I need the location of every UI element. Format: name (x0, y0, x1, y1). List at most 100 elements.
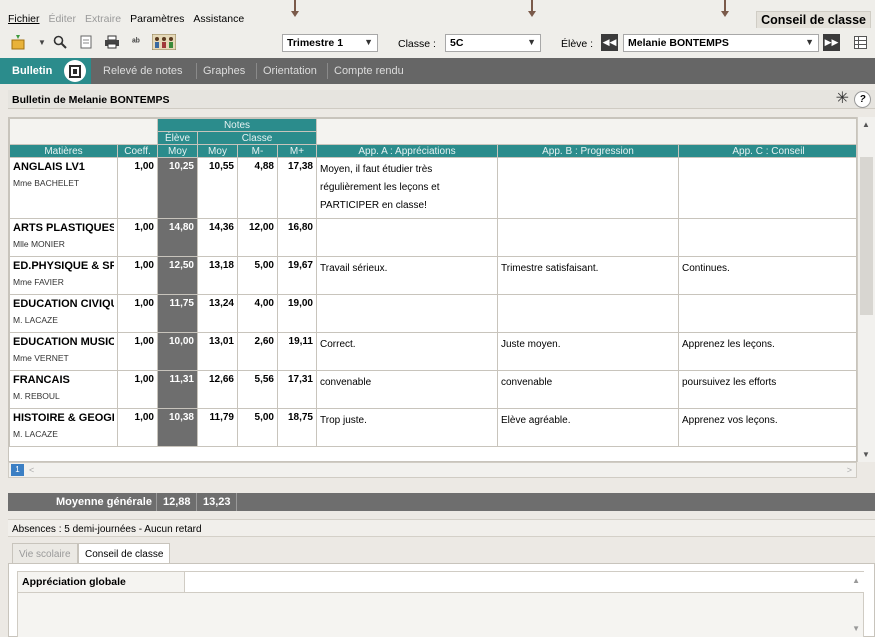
classe-moy-cell[interactable]: 12,66 (197, 370, 238, 409)
scroll-up-icon[interactable]: ▲ (862, 120, 870, 129)
max-cell[interactable]: 19,00 (277, 294, 317, 333)
new-document-icon[interactable] (10, 34, 26, 50)
subtab-conseil-de-classe[interactable]: Conseil de classe (78, 543, 171, 563)
app-a-cell[interactable] (316, 294, 498, 333)
tab-graphes[interactable]: Graphes (203, 58, 245, 84)
max-cell[interactable]: 17,31 (277, 370, 317, 409)
column-header-min[interactable]: M- (237, 144, 278, 158)
subtab-vie-scolaire[interactable]: Vie scolaire (12, 543, 78, 563)
periode-select[interactable]: Trimestre 1 ▼ (282, 34, 378, 52)
classe-moy-cell[interactable]: 13,18 (197, 256, 238, 295)
max-cell[interactable]: 16,80 (277, 218, 317, 257)
scroll-right-icon[interactable]: > (847, 465, 852, 475)
table-row[interactable]: EDUCATION MUSIC. Mme VERNET 1,00 10,00 13,01… (9, 332, 856, 371)
classe-moy-cell[interactable]: 10,55 (197, 157, 238, 219)
app-a-cell[interactable]: Moyen, il faut étudier très régulièremen… (316, 157, 498, 219)
min-cell[interactable]: 4,88 (237, 157, 278, 219)
eleve-moy-cell[interactable]: 10,00 (157, 332, 198, 371)
column-header-coeff[interactable]: Coeff. (117, 144, 158, 158)
max-cell[interactable]: 18,75 (277, 408, 317, 447)
app-c-cell[interactable] (677, 157, 856, 219)
matiere-cell[interactable]: EDUCATION MUSIC. Mme VERNET (9, 332, 118, 371)
eleve-select[interactable]: Melanie BONTEMPS ▼ (623, 34, 819, 52)
table-row[interactable]: EDUCATION CIVIQU M. LACAZE 1,00 11,75 13,24 4… (9, 294, 856, 333)
app-b-cell[interactable]: convenable (497, 370, 679, 409)
spellcheck-icon[interactable]: ᵃᵇ (128, 34, 144, 50)
app-b-cell[interactable]: Elève agréable. (497, 408, 679, 447)
app-b-cell[interactable]: Trimestre satisfaisant. (497, 256, 679, 295)
scroll-up-icon[interactable]: ▲ (852, 576, 860, 585)
coeff-cell[interactable]: 1,00 (117, 332, 158, 371)
classe-moy-cell[interactable]: 13,24 (197, 294, 238, 333)
next-student-button[interactable]: ▶▶ (823, 34, 840, 51)
max-cell[interactable]: 19,11 (277, 332, 317, 371)
table-row[interactable]: HISTOIRE & GEOGR M. LACAZE 1,00 10,38 11,79 5… (9, 408, 856, 447)
tab-orientation[interactable]: Orientation (263, 58, 317, 84)
menu-fichier[interactable]: Fichier (8, 13, 40, 25)
classe-select[interactable]: 5C ▼ (445, 34, 541, 52)
grid-view-icon[interactable] (852, 34, 868, 50)
app-a-cell[interactable]: convenable (316, 370, 498, 409)
app-c-cell[interactable]: poursuivez les efforts (677, 370, 856, 409)
app-a-cell[interactable]: Correct. (316, 332, 498, 371)
asterisk-icon[interactable]: ✳ (836, 91, 849, 107)
class-group-icon[interactable] (152, 34, 176, 50)
min-cell[interactable]: 5,00 (237, 408, 278, 447)
classe-moy-cell[interactable]: 14,36 (197, 218, 238, 257)
coeff-cell[interactable]: 1,00 (117, 218, 158, 257)
min-cell[interactable]: 12,00 (237, 218, 278, 257)
min-cell[interactable]: 5,00 (237, 256, 278, 295)
matiere-cell[interactable]: FRANCAIS M. REBOUL (9, 370, 118, 409)
app-b-cell[interactable] (497, 218, 679, 257)
menu-assistance[interactable]: Assistance (193, 13, 244, 25)
coeff-cell[interactable]: 1,00 (117, 294, 158, 333)
app-a-cell[interactable]: Travail sérieux. (316, 256, 498, 295)
min-cell[interactable]: 2,60 (237, 332, 278, 371)
table-row[interactable]: FRANCAIS M. REBOUL 1,00 11,31 12,66 5,56 17,31… (9, 370, 856, 409)
search-icon[interactable] (52, 34, 68, 50)
dropdown-arrow-icon[interactable]: ▼ (34, 34, 50, 50)
app-b-cell[interactable]: Juste moyen. (497, 332, 679, 371)
coeff-cell[interactable]: 1,00 (117, 408, 158, 447)
tab-compte-rendu[interactable]: Compte rendu (334, 58, 404, 84)
classe-moy-cell[interactable]: 11,79 (197, 408, 238, 447)
eleve-moy-cell[interactable]: 14,80 (157, 218, 198, 257)
vertical-scrollbar[interactable]: ▲ ▼ (857, 117, 875, 462)
column-header-classe-moy[interactable]: Moy (197, 144, 238, 158)
eleve-moy-cell[interactable]: 11,75 (157, 294, 198, 333)
appreciation-input[interactable] (184, 572, 865, 592)
matiere-cell[interactable]: ANGLAIS LV1 Mme BACHELET (9, 157, 118, 219)
column-header-eleve-moy[interactable]: Moy (157, 144, 198, 158)
table-row[interactable]: ED.PHYSIQUE & SP Mme FAVIER 1,00 12,50 13,18… (9, 256, 856, 295)
app-c-cell[interactable]: Apprenez vos leçons. (677, 408, 856, 447)
help-icon[interactable]: ? (854, 91, 871, 108)
coeff-cell[interactable]: 1,00 (117, 157, 158, 219)
appreciation-body[interactable]: ▼ (17, 593, 864, 637)
eleve-moy-cell[interactable]: 11,31 (157, 370, 198, 409)
app-c-cell[interactable] (677, 294, 856, 333)
column-header-app-a[interactable]: App. A : Appréciations (316, 144, 498, 158)
scroll-down-icon[interactable]: ▼ (852, 624, 860, 633)
app-c-cell[interactable]: Apprenez les leçons. (677, 332, 856, 371)
eleve-moy-cell[interactable]: 10,38 (157, 408, 198, 447)
menu-parametres[interactable]: Paramètres (130, 13, 184, 25)
column-header-max[interactable]: M+ (277, 144, 317, 158)
eleve-moy-cell[interactable]: 10,25 (157, 157, 198, 219)
app-b-cell[interactable] (497, 157, 679, 219)
scroll-left-icon[interactable]: < (29, 465, 34, 475)
min-cell[interactable]: 5,56 (237, 370, 278, 409)
matiere-cell[interactable]: ED.PHYSIQUE & SP Mme FAVIER (9, 256, 118, 295)
max-cell[interactable]: 19,67 (277, 256, 317, 295)
eleve-moy-cell[interactable]: 12,50 (157, 256, 198, 295)
tab-releve[interactable]: Relevé de notes (103, 58, 183, 84)
min-cell[interactable]: 4,00 (237, 294, 278, 333)
app-a-cell[interactable] (316, 218, 498, 257)
app-a-cell[interactable]: Trop juste. (316, 408, 498, 447)
bulletin-icon[interactable] (64, 60, 86, 82)
table-row[interactable]: ANGLAIS LV1 Mme BACHELET 1,00 10,25 10,55 4,8… (9, 157, 856, 219)
matiere-cell[interactable]: EDUCATION CIVIQU M. LACAZE (9, 294, 118, 333)
scroll-down-icon[interactable]: ▼ (862, 450, 870, 459)
document-icon[interactable] (78, 34, 94, 50)
column-header-app-b[interactable]: App. B : Progression (497, 144, 679, 158)
app-c-cell[interactable]: Continues. (677, 256, 856, 295)
